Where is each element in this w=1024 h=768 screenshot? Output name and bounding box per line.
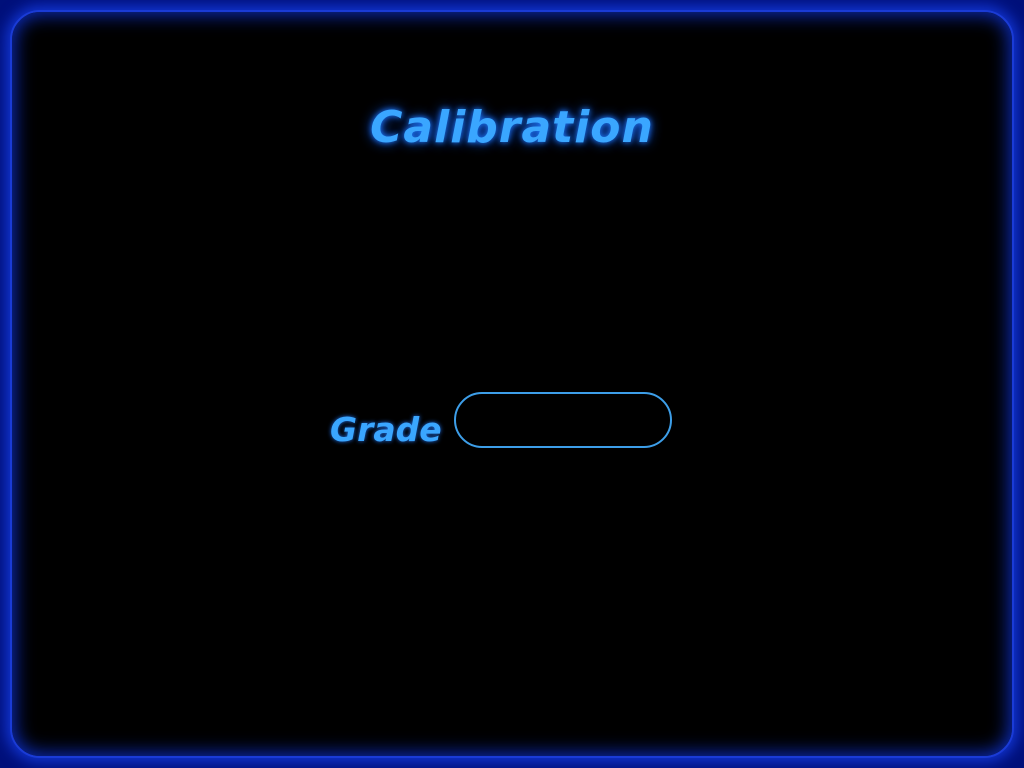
page-title: Calibration bbox=[370, 102, 654, 153]
grade-label: Grade bbox=[330, 410, 442, 449]
calibration-panel: Calibration Grade bbox=[10, 10, 1014, 758]
grade-input[interactable] bbox=[454, 392, 672, 448]
